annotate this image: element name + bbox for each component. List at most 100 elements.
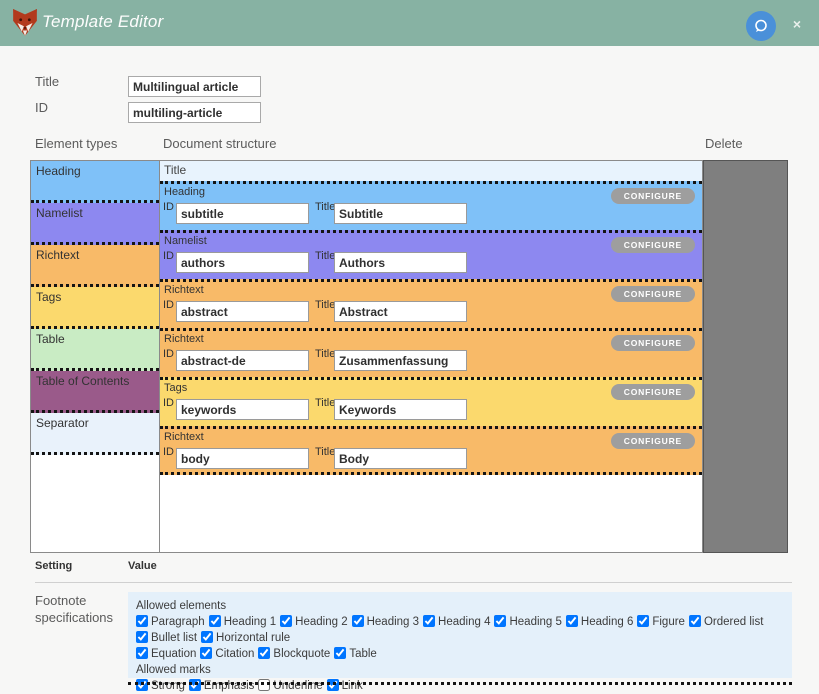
- element-type-table[interactable]: Table: [31, 329, 159, 371]
- checkbox-figure[interactable]: Figure: [637, 614, 685, 630]
- template-id-input[interactable]: [128, 102, 261, 123]
- block-title-input[interactable]: [334, 301, 467, 322]
- block-id-label: ID: [163, 348, 174, 360]
- value-column-header: Value: [128, 560, 157, 572]
- checkbox-input-horizontal-rule[interactable]: [201, 631, 214, 643]
- block-title-label: Title: [315, 299, 336, 311]
- configure-button[interactable]: CONFIGURE: [610, 384, 695, 400]
- checkbox-input-heading-1[interactable]: [208, 615, 221, 627]
- block-id-input[interactable]: [176, 301, 309, 322]
- configure-button[interactable]: CONFIGURE: [610, 335, 695, 351]
- element-types-header: Element types: [35, 136, 118, 151]
- allowed-elements-label: Allowed elements: [136, 600, 227, 612]
- checkbox-label: Bullet list: [151, 632, 198, 644]
- checkbox-link[interactable]: Link: [326, 678, 363, 694]
- close-icon[interactable]: ×: [789, 16, 805, 32]
- block-title-label: Title: [315, 201, 336, 213]
- element-type-namelist[interactable]: Namelist: [31, 203, 159, 245]
- checkbox-input-heading-5[interactable]: [494, 615, 507, 627]
- checkbox-input-citation[interactable]: [200, 647, 213, 659]
- checkbox-input-heading-4[interactable]: [423, 615, 436, 627]
- checkbox-input-figure[interactable]: [637, 615, 650, 627]
- structure-block-keywords[interactable]: TagsCONFIGUREIDTitle: [160, 377, 702, 426]
- checkbox-emphasis[interactable]: Emphasis: [188, 678, 254, 694]
- block-id-input[interactable]: [176, 203, 309, 224]
- element-type-tags[interactable]: Tags: [31, 287, 159, 329]
- checkbox-input-heading-2[interactable]: [280, 615, 293, 627]
- checkbox-horizontal-rule[interactable]: Horizontal rule: [201, 630, 290, 646]
- block-title-label: Title: [315, 397, 336, 409]
- fox-logo-icon: [13, 9, 37, 36]
- document-structure-panel: Title HeadingCONFIGUREIDTitleNamelistCON…: [160, 160, 703, 553]
- configure-button[interactable]: CONFIGURE: [610, 433, 695, 449]
- checkbox-input-equation[interactable]: [136, 647, 148, 659]
- footnote-specifications-label: Footnote specifications: [35, 593, 114, 625]
- block-id-label: ID: [163, 397, 174, 409]
- block-id-label: ID: [163, 201, 174, 213]
- block-title-input[interactable]: [334, 448, 467, 469]
- chat-button[interactable]: [746, 11, 776, 41]
- allowed-elements-checkboxes: Paragraph Heading 1 Heading 2 Heading 3 Head…: [136, 614, 784, 662]
- delete-drop-zone[interactable]: [703, 160, 788, 553]
- block-title-label: Title: [315, 446, 336, 458]
- block-title-label: Title: [315, 250, 336, 262]
- checkbox-heading-5[interactable]: Heading 5: [494, 614, 562, 630]
- block-title-input[interactable]: [334, 399, 467, 420]
- checkbox-heading-4[interactable]: Heading 4: [423, 614, 490, 630]
- block-id-label: ID: [163, 299, 174, 311]
- checkbox-input-underline[interactable]: [258, 679, 271, 691]
- checkbox-input-paragraph[interactable]: [136, 615, 148, 627]
- element-type-table-of-contents[interactable]: Table of Contents: [31, 371, 159, 413]
- block-title-input[interactable]: [334, 350, 467, 371]
- checkbox-bullet-list[interactable]: Bullet list: [136, 630, 197, 646]
- structure-block-abstract-de[interactable]: RichtextCONFIGUREIDTitle: [160, 328, 702, 377]
- checkbox-label: Paragraph: [151, 616, 205, 628]
- checkbox-label: Citation: [215, 648, 255, 660]
- checkbox-input-link[interactable]: [326, 679, 339, 691]
- checkbox-input-strong[interactable]: [136, 679, 148, 691]
- checkbox-citation[interactable]: Citation: [200, 646, 254, 662]
- block-title-input[interactable]: [334, 252, 467, 273]
- block-id-input[interactable]: [176, 448, 309, 469]
- configure-button[interactable]: CONFIGURE: [610, 286, 695, 302]
- checkbox-underline[interactable]: Underline: [258, 678, 323, 694]
- checkbox-input-bullet-list[interactable]: [136, 631, 148, 643]
- checkbox-heading-6[interactable]: Heading 6: [565, 614, 633, 630]
- checkbox-blockquote[interactable]: Blockquote: [258, 646, 330, 662]
- checkbox-input-blockquote[interactable]: [258, 647, 271, 659]
- checkbox-heading-3[interactable]: Heading 3: [351, 614, 419, 630]
- checkbox-paragraph[interactable]: Paragraph: [136, 614, 205, 630]
- checkbox-input-heading-6[interactable]: [565, 615, 578, 627]
- structure-blocks: HeadingCONFIGUREIDTitleNamelistCONFIGURE…: [160, 181, 702, 475]
- structure-block-subtitle[interactable]: HeadingCONFIGUREIDTitle: [160, 181, 702, 230]
- element-type-separator[interactable]: Separator: [31, 413, 159, 455]
- checkbox-label: Heading 5: [509, 616, 562, 628]
- block-title-input[interactable]: [334, 203, 467, 224]
- template-title-input[interactable]: [128, 76, 261, 97]
- element-type-richtext[interactable]: Richtext: [31, 245, 159, 287]
- structure-block-body[interactable]: RichtextCONFIGUREIDTitle: [160, 426, 702, 475]
- structure-block-authors[interactable]: NamelistCONFIGUREIDTitle: [160, 230, 702, 279]
- element-types-list: Heading Namelist Richtext Tags Table Table of…: [30, 160, 160, 553]
- block-id-input[interactable]: [176, 399, 309, 420]
- checkbox-input-ordered-list[interactable]: [688, 615, 701, 627]
- checkbox-label: Ordered list: [703, 616, 764, 628]
- checkbox-input-heading-3[interactable]: [351, 615, 364, 627]
- checkbox-heading-1[interactable]: Heading 1: [208, 614, 276, 630]
- checkbox-label: Horizontal rule: [216, 632, 291, 644]
- element-type-heading[interactable]: Heading: [31, 161, 159, 203]
- configure-button[interactable]: CONFIGURE: [610, 188, 695, 204]
- checkbox-ordered-list[interactable]: Ordered list: [688, 614, 764, 630]
- id-field-label: ID: [35, 100, 48, 115]
- configure-button[interactable]: CONFIGURE: [610, 237, 695, 253]
- checkbox-strong[interactable]: Strong: [136, 678, 185, 694]
- app-header: Template Editor ×: [0, 0, 819, 46]
- checkbox-equation[interactable]: Equation: [136, 646, 196, 662]
- block-id-input[interactable]: [176, 350, 309, 371]
- checkbox-heading-2[interactable]: Heading 2: [280, 614, 348, 630]
- block-id-input[interactable]: [176, 252, 309, 273]
- checkbox-table[interactable]: Table: [334, 646, 377, 662]
- checkbox-input-emphasis[interactable]: [188, 679, 201, 691]
- structure-block-abstract[interactable]: RichtextCONFIGUREIDTitle: [160, 279, 702, 328]
- checkbox-input-table[interactable]: [334, 647, 347, 659]
